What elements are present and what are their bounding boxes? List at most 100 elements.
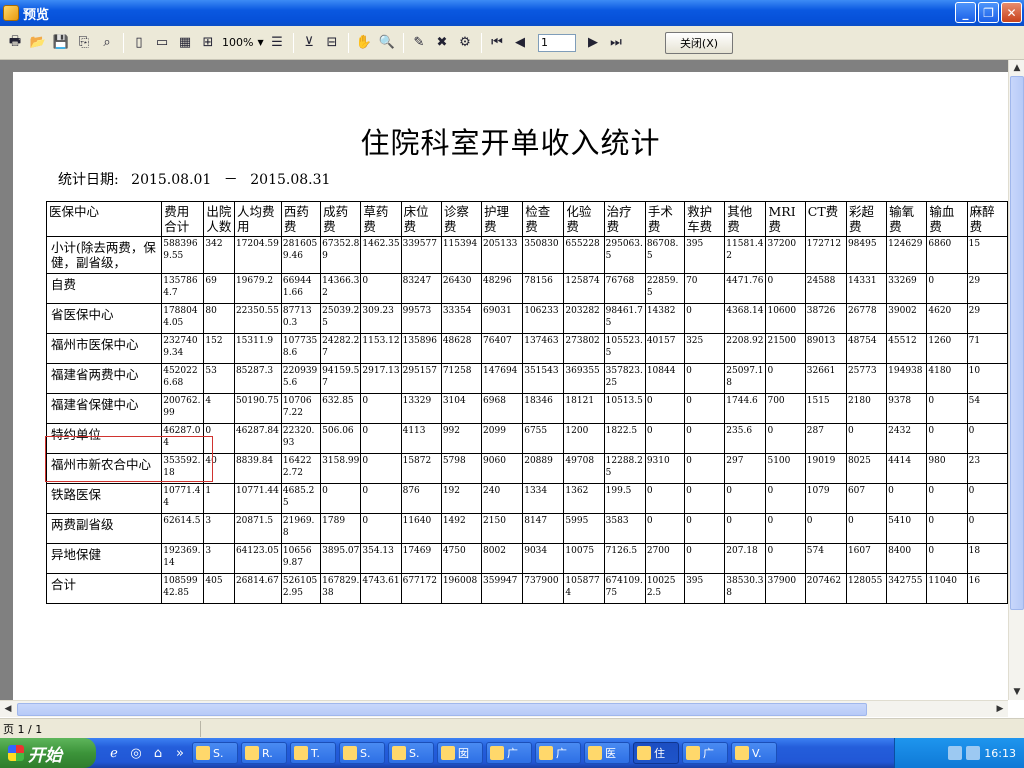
network-icon[interactable] [966,746,981,760]
export-icon[interactable]: ⎘ [73,31,95,55]
taskbar-item[interactable]: 广 [535,742,581,764]
table-cell: 0 [765,273,806,304]
single-page-icon[interactable]: ▯ [128,31,150,55]
tree-icon[interactable]: ⊟ [321,31,343,55]
design-icon[interactable]: ⚙ [454,31,476,55]
horizontal-scrollbar[interactable]: ◀ ▶ [0,700,1008,717]
outline-icon[interactable]: ☰ [266,31,288,55]
table-cell: 39002 [886,303,928,334]
table-cell: 674109.75 [603,573,646,604]
table-cell: 1357864.7 [161,273,205,304]
taskbar-item[interactable]: 住 [633,742,679,764]
table-cell: 71 [966,333,1008,364]
taskbar-item[interactable]: S. [192,742,238,764]
vertical-scrollbar[interactable]: ▲ ▼ [1008,60,1024,700]
table-cell: 50190.75 [233,393,282,424]
table-cell: 4 [203,393,235,424]
prev-page-icon[interactable]: ◀ [509,31,531,55]
taskbar-item-label: 医 [605,747,616,760]
table-cell: 309.23 [360,303,402,334]
next-page-icon[interactable]: ▶ [582,31,604,55]
close-preview-button[interactable]: 关闭(X) [665,32,733,54]
table-row: 省医保中心 1788044.05 80 22350.55 877130.3 25039.2… [45,303,1008,334]
page-number-input[interactable]: 1 [538,33,576,52]
restore-button[interactable]: ❐ [978,2,999,23]
table-cell: 359947 [481,573,524,604]
table-cell: 0 [926,513,968,544]
edit-icon[interactable]: ✎ [408,31,430,55]
taskbar-item[interactable]: 医 [584,742,630,764]
taskbar-item[interactable]: S. [339,742,385,764]
thumbnail-icon[interactable]: ⊻ [298,31,320,55]
table-cell: 4620 [926,303,968,334]
table-cell: 0 [360,423,402,454]
zoom-select[interactable]: 100% ▼ [222,33,264,53]
table-cell: 342 [203,236,235,274]
minimize-button[interactable]: _ [955,2,976,23]
four-page-icon[interactable]: ▦ [174,31,196,55]
table-cell: 14366.32 [320,273,362,304]
find-icon[interactable]: ⌕ [96,31,118,55]
tray-icon[interactable] [948,746,963,760]
table-cell: 12288.25 [603,453,646,484]
table-cell: 13329 [400,393,442,424]
taskbar-item[interactable]: 广 [682,742,728,764]
horizontal-scroll-thumb[interactable] [17,703,867,716]
taskbar-item[interactable]: 囡 [437,742,483,764]
first-page-icon[interactable]: ⏮ [486,31,508,55]
open-icon[interactable]: 📂 [27,31,49,55]
table-cell: 4685.25 [280,483,322,514]
taskbar-item-label: 囡 [458,747,469,760]
date-from: 2015.08.01 [131,172,212,188]
taskbar-item[interactable]: V. [731,742,777,764]
close-window-button[interactable]: ✕ [1001,2,1022,23]
taskbar-item[interactable]: S. [388,742,434,764]
table-cell: 22320.93 [280,423,322,454]
scroll-up-icon[interactable]: ▲ [1009,60,1024,76]
table-cell: 0 [724,483,767,514]
zoom-icon[interactable]: 🔍 [376,31,398,55]
taskbar-item[interactable]: 广 [486,742,532,764]
table-cell: 19019 [804,453,847,484]
table-cell: 0 [845,513,888,544]
multi-page-icon[interactable]: ⊞ [197,31,219,55]
table-cell: 100252.5 [644,573,686,604]
table-row: 异地保健 192369.14 3 64123.05 106569.87 3895.07 35… [45,543,1008,574]
two-page-icon[interactable]: ▭ [151,31,173,55]
delete-icon[interactable]: ✖ [431,31,453,55]
table-cell: 1462.35 [360,236,402,274]
hand-icon[interactable]: ✋ [353,31,375,55]
row-label: 铁路医保 [45,483,163,514]
table-cell: 737900 [522,573,565,604]
table-cell: 105523.5 [603,333,646,364]
start-button[interactable]: 开始 [0,738,96,768]
table-cell: 6860 [926,236,968,274]
table-cell: 295157 [400,363,442,394]
last-page-icon[interactable]: ⏭ [605,31,627,55]
save-icon[interactable]: 💾 [50,31,72,55]
table-cell: 273802 [563,333,605,364]
print-icon[interactable]: 🖶 [4,31,26,55]
quicklaunch-more-icon[interactable]: » [170,743,190,763]
table-cell: 24282.27 [320,333,362,364]
desktop-icon[interactable]: ⌂ [148,743,168,763]
vertical-scroll-thumb[interactable] [1010,76,1024,610]
media-icon[interactable]: ◎ [126,743,146,763]
scroll-down-icon[interactable]: ▼ [1009,684,1024,700]
table-cell: 46287.84 [233,423,282,454]
table-cell: 4180 [926,363,968,394]
table-cell: 15 [966,236,1008,274]
table-cell: 287 [804,423,847,454]
table-row: 福建省两费中心 4520226.68 53 85287.3 2209395.6 94159… [45,363,1008,394]
taskbar-item[interactable]: T. [290,742,336,764]
scroll-left-icon[interactable]: ◀ [0,701,16,717]
ie-icon[interactable]: ℯ [104,743,124,763]
table-cell: 53 [203,363,235,394]
total-row: 合计 10859942.85 405 26814.67 5261052.95 167829… [45,573,1008,604]
table-cell: 38726 [804,303,847,334]
taskbar-item[interactable]: R. [241,742,287,764]
zoom-value: 100% [222,36,254,49]
scroll-right-icon[interactable]: ▶ [992,701,1008,717]
table-cell: 106569.87 [280,543,322,574]
table-cell: 71258 [440,363,483,394]
